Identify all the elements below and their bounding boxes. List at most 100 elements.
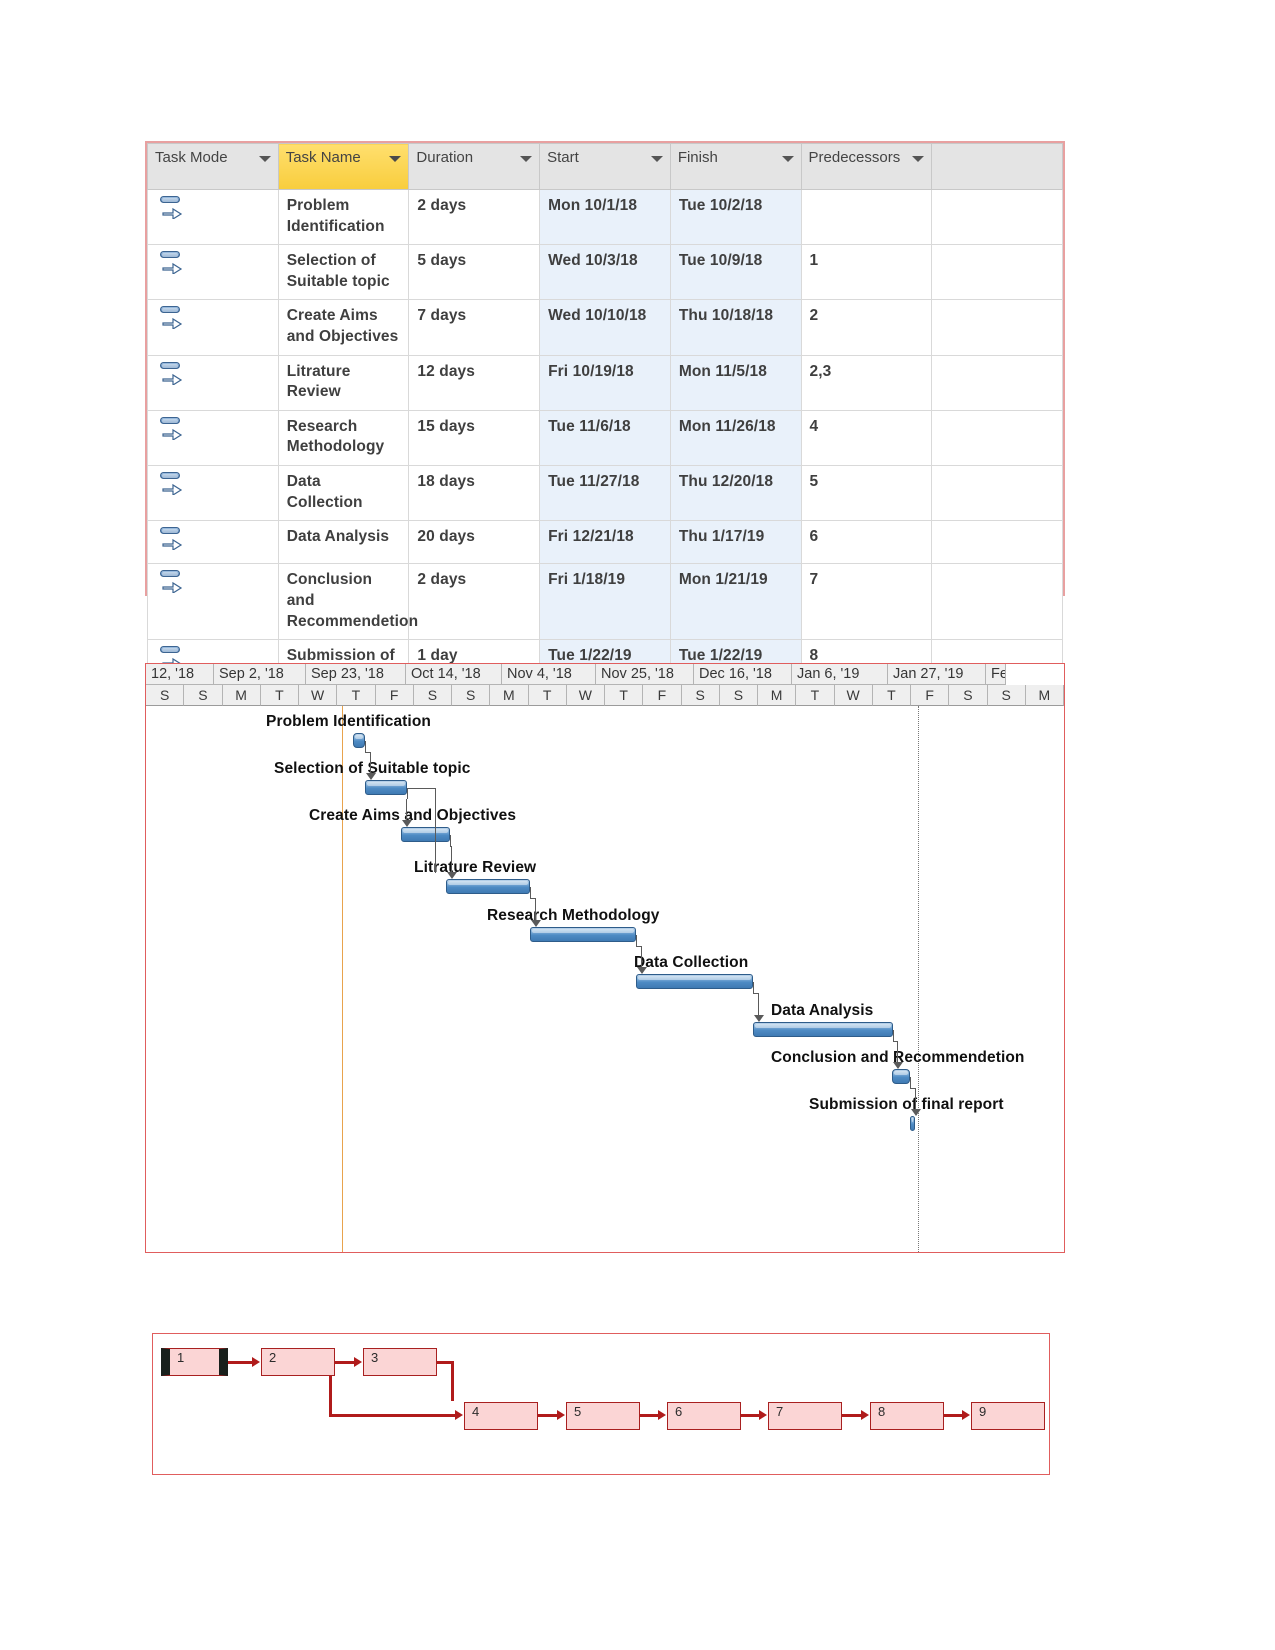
column-header-start[interactable]: Start: [539, 143, 671, 190]
cell-finish[interactable]: Tue 10/9/18: [669, 244, 802, 301]
cell-duration[interactable]: 12 days: [408, 354, 541, 411]
cell-start[interactable]: Tue 11/27/18: [539, 465, 671, 522]
auto-scheduled-icon[interactable]: [158, 472, 188, 498]
cell-task-name[interactable]: Data Analysis: [277, 520, 410, 565]
network-node[interactable]: 7: [768, 1402, 842, 1430]
cell-duration[interactable]: 20 days: [408, 520, 541, 565]
gantt-bar[interactable]: [401, 827, 450, 842]
auto-scheduled-icon[interactable]: [158, 306, 188, 332]
cell-task-mode[interactable]: [147, 520, 279, 565]
filter-caret-down-icon[interactable]: [650, 156, 663, 162]
table-row[interactable]: Selection of Suitable topic 5 days Wed 10/…: [147, 244, 1063, 301]
table-row[interactable]: Litrature Review 12 days Fri 10/19/18 Mon 1…: [147, 354, 1063, 411]
network-node[interactable]: 1: [161, 1348, 228, 1376]
gantt-bar[interactable]: [353, 733, 365, 748]
column-header-extra[interactable]: [931, 143, 1063, 190]
cell-predecessors[interactable]: [800, 188, 933, 246]
cell-extra[interactable]: [931, 299, 1063, 356]
cell-task-name[interactable]: Research Methodology: [277, 409, 410, 467]
table-row[interactable]: Conclusion and Recommendetion 2 days Fri 1…: [147, 563, 1063, 641]
gantt-bar[interactable]: [530, 927, 636, 942]
cell-start[interactable]: Wed 10/10/18: [539, 299, 671, 356]
network-node[interactable]: 4: [464, 1402, 538, 1430]
cell-task-name[interactable]: Data Collection: [277, 465, 410, 522]
cell-predecessors[interactable]: 2,3: [800, 354, 933, 411]
column-header-task-mode[interactable]: Task Mode: [147, 143, 279, 190]
cell-start[interactable]: Wed 10/3/18: [539, 244, 671, 301]
cell-task-name[interactable]: Conclusion and Recommendetion: [277, 563, 418, 641]
cell-predecessors[interactable]: 7: [800, 563, 933, 641]
cell-duration[interactable]: 2 days: [408, 188, 541, 246]
cell-extra[interactable]: [931, 465, 1063, 522]
network-node[interactable]: 5: [566, 1402, 640, 1430]
table-row[interactable]: Research Methodology 15 days Tue 11/6/18 Mo…: [147, 409, 1063, 467]
table-row[interactable]: Problem Identification 2 days Mon 10/1/18 T…: [147, 188, 1063, 246]
gantt-bar[interactable]: [910, 1116, 915, 1131]
cell-predecessors[interactable]: 1: [800, 244, 933, 301]
auto-scheduled-icon[interactable]: [158, 251, 188, 277]
gantt-bar[interactable]: [446, 879, 530, 894]
cell-finish[interactable]: Thu 12/20/18: [669, 465, 802, 522]
cell-duration[interactable]: 2 days: [408, 563, 541, 641]
column-header-predecessors[interactable]: Predecessors: [800, 143, 933, 190]
cell-duration[interactable]: 18 days: [408, 465, 541, 522]
cell-task-mode[interactable]: [147, 563, 279, 641]
filter-caret-down-icon[interactable]: [912, 156, 925, 162]
cell-duration[interactable]: 7 days: [408, 299, 541, 356]
cell-start[interactable]: Fri 12/21/18: [539, 520, 671, 565]
network-node[interactable]: 6: [667, 1402, 741, 1430]
cell-finish[interactable]: Mon 11/26/18: [669, 409, 802, 467]
network-node[interactable]: 3: [363, 1348, 437, 1376]
cell-task-mode[interactable]: [147, 354, 279, 411]
filter-caret-down-icon[interactable]: [520, 156, 533, 162]
gantt-bar[interactable]: [365, 780, 407, 795]
auto-scheduled-icon[interactable]: [158, 361, 188, 388]
cell-task-mode[interactable]: [147, 188, 279, 246]
cell-start[interactable]: Tue 11/6/18: [539, 409, 671, 467]
cell-finish[interactable]: Mon 1/21/19: [669, 563, 802, 641]
cell-task-mode[interactable]: [147, 299, 279, 356]
cell-task-name[interactable]: Selection of Suitable topic: [277, 244, 410, 301]
network-node[interactable]: 8: [870, 1402, 944, 1430]
filter-caret-down-icon[interactable]: [781, 156, 794, 162]
gantt-bar[interactable]: [753, 1022, 893, 1037]
cell-task-mode[interactable]: [147, 244, 279, 301]
cell-finish[interactable]: Tue 10/2/18: [669, 188, 802, 246]
column-header-task-name[interactable]: Task Name: [277, 143, 410, 190]
auto-scheduled-icon[interactable]: [158, 196, 188, 222]
gantt-bar[interactable]: [636, 974, 753, 989]
cell-predecessors[interactable]: 5: [800, 465, 933, 522]
table-row[interactable]: Create Aims and Objectives 7 days Wed 10/1…: [147, 299, 1063, 356]
column-header-finish[interactable]: Finish: [669, 143, 802, 190]
cell-task-mode[interactable]: [147, 409, 279, 467]
gantt-bar[interactable]: [892, 1069, 910, 1084]
filter-caret-down-icon[interactable]: [389, 156, 402, 162]
cell-finish[interactable]: Mon 11/5/18: [669, 354, 802, 411]
cell-extra[interactable]: [931, 188, 1063, 246]
cell-task-name[interactable]: Create Aims and Objectives: [277, 299, 410, 356]
cell-extra[interactable]: [931, 520, 1063, 565]
table-row[interactable]: Data Collection 18 days Tue 11/27/18 Thu 12…: [147, 465, 1063, 522]
cell-duration[interactable]: 15 days: [408, 409, 541, 467]
cell-start[interactable]: Mon 10/1/18: [539, 188, 671, 246]
cell-predecessors[interactable]: 6: [800, 520, 933, 565]
cell-predecessors[interactable]: 2: [800, 299, 933, 356]
cell-start[interactable]: Fri 10/19/18: [539, 354, 671, 411]
column-header-duration[interactable]: Duration: [408, 143, 541, 190]
cell-extra[interactable]: [931, 354, 1063, 411]
cell-finish[interactable]: Thu 1/17/19: [669, 520, 802, 565]
auto-scheduled-icon[interactable]: [158, 570, 188, 596]
network-node[interactable]: 9: [971, 1402, 1045, 1430]
cell-task-mode[interactable]: [147, 465, 279, 522]
cell-task-name[interactable]: Litrature Review: [277, 354, 410, 411]
auto-scheduled-icon[interactable]: [158, 416, 188, 443]
table-row[interactable]: Data Analysis 20 days Fri 12/21/18 Thu 1/17…: [147, 520, 1063, 565]
filter-caret-down-icon[interactable]: [258, 156, 271, 162]
cell-duration[interactable]: 5 days: [408, 244, 541, 301]
network-node[interactable]: 2: [261, 1348, 335, 1376]
cell-task-name[interactable]: Problem Identification: [277, 188, 410, 246]
cell-finish[interactable]: Thu 10/18/18: [669, 299, 802, 356]
cell-start[interactable]: Fri 1/18/19: [539, 563, 671, 641]
cell-extra[interactable]: [931, 563, 1063, 641]
cell-predecessors[interactable]: 4: [800, 409, 933, 467]
